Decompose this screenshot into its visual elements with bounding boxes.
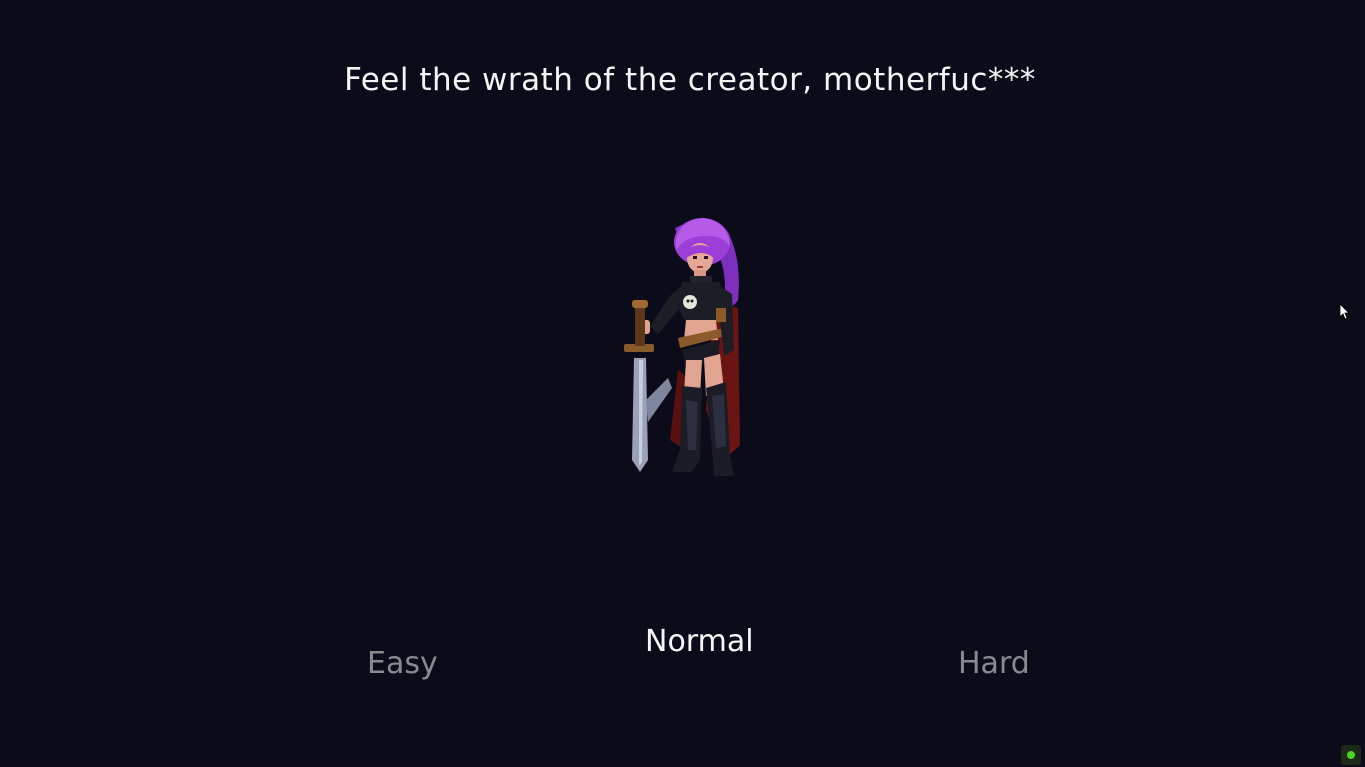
mouse-cursor-icon xyxy=(1340,304,1350,320)
status-indicator-icon xyxy=(1347,751,1355,759)
difficulty-headline: Feel the wrath of the creator, motherfuc… xyxy=(344,62,1036,98)
system-tray[interactable] xyxy=(1341,745,1361,765)
difficulty-easy-option[interactable]: Easy xyxy=(367,646,438,681)
character-sprite xyxy=(624,218,740,476)
difficulty-normal-option[interactable]: Normal xyxy=(645,624,754,659)
difficulty-hard-option[interactable]: Hard xyxy=(958,646,1030,681)
